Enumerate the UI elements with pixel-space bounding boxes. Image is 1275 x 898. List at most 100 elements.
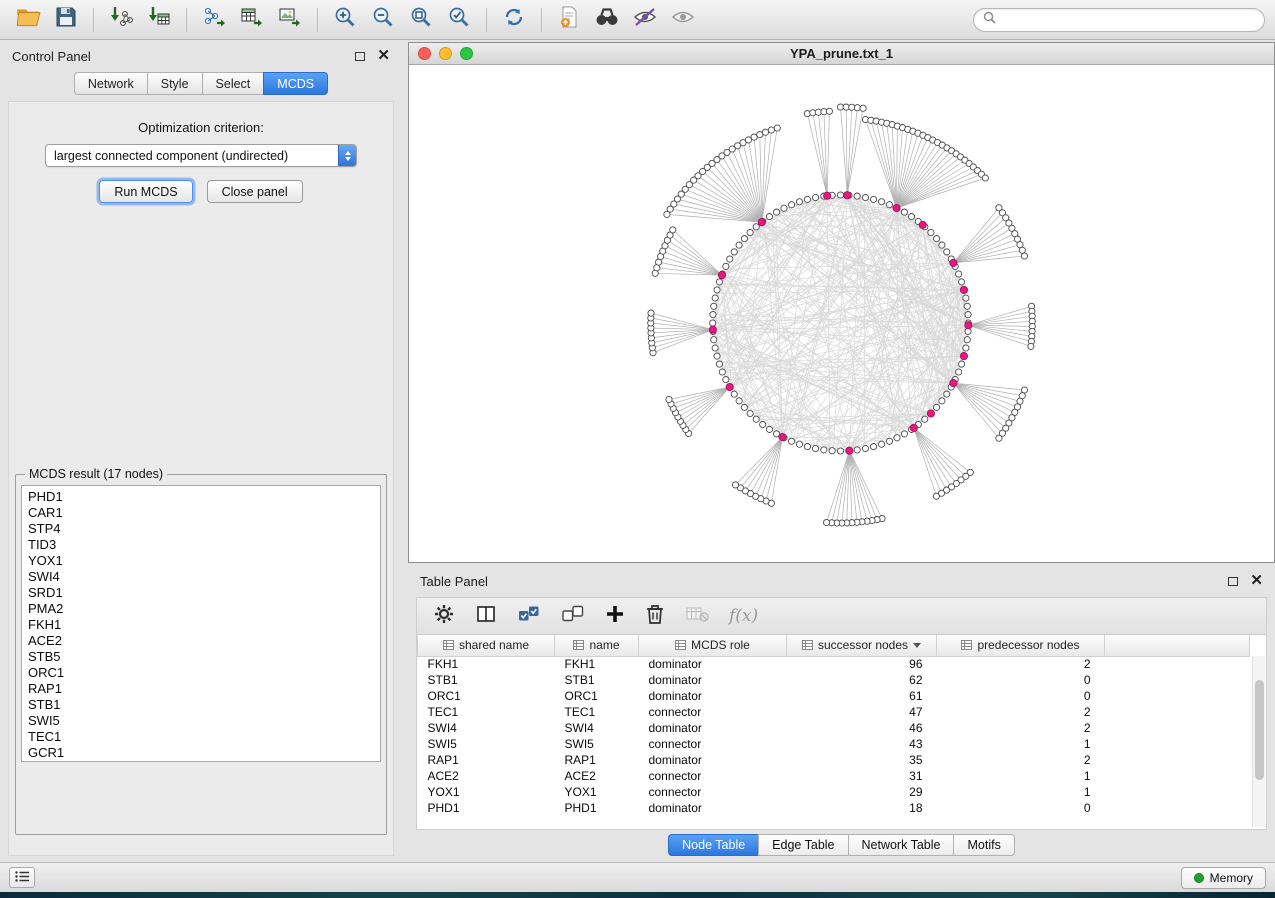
tab-mcds[interactable]: MCDS (263, 72, 328, 95)
tab-style[interactable]: Style (147, 72, 202, 95)
zoom-selected-button[interactable] (441, 5, 477, 35)
mcds-result-item[interactable]: GCR1 (22, 745, 380, 761)
window-maximize-icon[interactable] (460, 47, 473, 60)
mcds-result-item[interactable]: SWI5 (22, 713, 380, 729)
table-row[interactable]: YOX1YOX1connector291 (418, 784, 1250, 800)
hide-button[interactable] (627, 5, 663, 35)
attribute-icon (802, 640, 813, 650)
close-panel-button[interactable]: Close panel (207, 180, 303, 203)
table-row[interactable]: TEC1TEC1connector472 (418, 704, 1250, 720)
table-cell: ORC1 (555, 688, 639, 704)
table-row[interactable]: SWI5SWI5connector431 (418, 736, 1250, 752)
table-cell: TEC1 (555, 704, 639, 720)
mcds-result-item[interactable]: ACE2 (22, 633, 380, 649)
open-folder-button[interactable] (10, 5, 46, 35)
mcds-result-item[interactable]: RAP1 (22, 681, 380, 697)
mcds-result-item[interactable]: PMA2 (22, 601, 380, 617)
refresh-icon (502, 5, 526, 34)
export-table-button[interactable] (234, 5, 270, 35)
mcds-result-item[interactable]: TEC1 (22, 729, 380, 745)
function-builder-button[interactable]: f(x) (729, 606, 758, 626)
tab-edge-table[interactable]: Edge Table (758, 834, 847, 856)
mcds-result-item[interactable]: CAR1 (22, 505, 380, 521)
toolbar-separator (541, 8, 542, 32)
table-cell: PHD1 (418, 800, 555, 816)
export-network-button[interactable] (196, 5, 232, 35)
table-scrollbar-thumb[interactable] (1255, 680, 1264, 780)
run-mcds-button[interactable]: Run MCDS (99, 180, 192, 203)
toolbar-separator (186, 8, 187, 32)
mcds-result-item[interactable]: PHD1 (22, 489, 380, 505)
search-field[interactable] (973, 8, 1265, 32)
table-cell: 31 (787, 768, 937, 784)
table-cell: STB1 (418, 672, 555, 688)
mcds-result-item[interactable]: TID3 (22, 537, 380, 553)
float-panel-icon[interactable] (1228, 577, 1238, 586)
tab-select[interactable]: Select (202, 72, 264, 95)
memory-button[interactable]: Memory (1181, 867, 1266, 889)
mcds-result-item[interactable]: STP4 (22, 521, 380, 537)
table-cell: dominator (639, 800, 787, 816)
table-cell: connector (639, 704, 787, 720)
tab-network[interactable]: Network (74, 72, 147, 95)
mcds-result-item[interactable]: ORC1 (22, 665, 380, 681)
window-minimize-icon[interactable] (439, 47, 452, 60)
show-panels-button[interactable] (9, 867, 35, 888)
mcds-result-item[interactable]: SRD1 (22, 585, 380, 601)
tab-network-table[interactable]: Network Table (848, 834, 954, 856)
column-header-shared-name[interactable]: shared name (418, 635, 555, 656)
zoom-out-button[interactable] (365, 5, 401, 35)
mcds-result-item[interactable]: YOX1 (22, 553, 380, 569)
show-columns-button[interactable] (475, 603, 497, 630)
delete-row-button[interactable] (645, 603, 665, 630)
import-network-button[interactable] (103, 5, 139, 35)
import-table-button[interactable] (141, 5, 177, 35)
table-row[interactable]: ORC1ORC1dominator610 (418, 688, 1250, 704)
table-row[interactable]: SWI4SWI4dominator462 (418, 720, 1250, 736)
deselect-all-button[interactable] (561, 603, 585, 630)
table-row[interactable]: STB1STB1dominator620 (418, 672, 1250, 688)
select-all-button[interactable] (517, 603, 541, 630)
add-row-button[interactable] (605, 604, 625, 629)
zoom-fit-button[interactable] (403, 5, 439, 35)
close-panel-icon[interactable]: ✕ (377, 51, 390, 61)
tab-motifs[interactable]: Motifs (953, 834, 1014, 856)
toolbar-separator (486, 8, 487, 32)
column-header-name[interactable]: name (555, 635, 639, 656)
export-image-button[interactable] (272, 5, 308, 35)
save-button[interactable] (48, 5, 84, 35)
search-input[interactable] (1002, 13, 1255, 27)
zoom-in-button[interactable] (327, 5, 363, 35)
table-cell: 43 (787, 736, 937, 752)
table-cell: 0 (937, 672, 1105, 688)
memory-label: Memory (1210, 871, 1253, 885)
find-button[interactable] (589, 5, 625, 35)
column-settings-button[interactable] (433, 603, 455, 630)
network-canvas[interactable] (409, 65, 1274, 562)
delete-column-button[interactable] (685, 604, 709, 629)
network-window-titlebar[interactable]: YPA_prune.txt_1 (409, 43, 1274, 65)
close-panel-icon[interactable]: ✕ (1250, 576, 1263, 586)
mcds-result-item[interactable]: FKH1 (22, 617, 380, 633)
column-header-predecessor-nodes[interactable]: predecessor nodes (937, 635, 1105, 656)
float-panel-icon[interactable] (355, 52, 365, 61)
optimization-criterion-select[interactable]: largest connected component (undirected) (45, 144, 357, 167)
mcds-result-item[interactable]: STB1 (22, 697, 380, 713)
tab-node-table[interactable]: Node Table (668, 834, 758, 856)
refresh-button[interactable] (496, 5, 532, 35)
show-button[interactable] (665, 5, 701, 35)
table-cell: dominator (639, 752, 787, 768)
mcds-result-item[interactable]: SWI4 (22, 569, 380, 585)
table-row[interactable]: FKH1FKH1dominator962 (418, 656, 1250, 672)
window-close-icon[interactable] (418, 47, 431, 60)
column-header-mcds-role[interactable]: MCDS role (639, 635, 787, 656)
share-document-button[interactable] (551, 5, 587, 35)
mcds-result-list[interactable]: PHD1CAR1STP4TID3YOX1SWI4SRD1PMA2FKH1ACE2… (21, 485, 381, 762)
table-row[interactable]: ACE2ACE2connector311 (418, 768, 1250, 784)
column-header-successor-nodes[interactable]: successor nodes (787, 635, 937, 656)
mcds-result-item[interactable]: STB5 (22, 649, 380, 665)
table-cell: 2 (937, 704, 1105, 720)
table-row[interactable]: PHD1PHD1dominator180 (418, 800, 1250, 816)
table-row[interactable]: RAP1RAP1dominator352 (418, 752, 1250, 768)
table-scrollbar[interactable] (1252, 656, 1265, 827)
